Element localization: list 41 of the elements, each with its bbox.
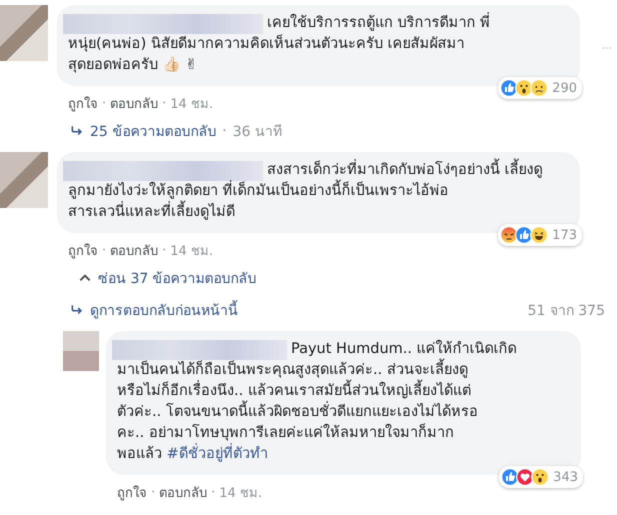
separator-dot: ·: [102, 96, 106, 111]
like-reaction-icon: [500, 79, 518, 97]
comment-text: สงสารเด็กว่ะที่มาเกิดกับพ่อโง่ๆอย่างนี้ เลี้ยงดู: [267, 160, 543, 181]
comment-text: Payut Humdum.. แค่ให้กำเนิดเกิด: [291, 339, 517, 358]
reply-link[interactable]: ตอบกลับ: [110, 93, 158, 114]
reply-link[interactable]: ตอบกลับ: [110, 240, 158, 261]
comment-time: 14 ชม.: [170, 96, 214, 114]
separator-dot: ·: [211, 485, 216, 500]
reply-count: 51 จาก 375: [528, 302, 605, 321]
reply-arrow-icon: [70, 303, 84, 317]
surprised-face-icon: [515, 79, 534, 97]
separator-dot: ·: [102, 243, 106, 258]
like-reaction-icon: [515, 226, 534, 244]
comment-text: เคยใช้บริการรถตู้แก บริการดีมาก พี่: [267, 13, 490, 34]
reply-time: 36 นาที: [232, 123, 282, 142]
avatar-placeholder: [63, 331, 99, 371]
separator-dot: ·: [222, 123, 227, 139]
like-link[interactable]: ถูกใจ: [68, 240, 98, 261]
like-reaction-icon: [501, 468, 520, 486]
previous-replies-link[interactable]: ดูการตอบกลับก่อนหน้านี้: [90, 299, 238, 321]
view-replies-link[interactable]: 25 ข้อความตอบกลับ: [90, 120, 216, 142]
comment-time: 14 ชม.: [170, 243, 214, 261]
like-link[interactable]: ถูกใจ: [68, 93, 98, 114]
angry-face-icon: [500, 226, 518, 244]
separator-dot: ·: [162, 96, 166, 111]
reply-link[interactable]: ตอบกลับ: [159, 482, 208, 503]
comment-text: มาเป็นคนได้ก็ถือเป็นพระคุณสูงสุดแล้วค่ะ.. ส่วนจะเลี้ยงดู หรือไม่ก็อีกเรื่องนึง.. แล้วคนเราสมัยนี้ส่วนใหญ่เลี้ยงได้แต่ ตัวค่ะ.. โตจนขนาดนี้แล้วผิดชอบชั่วดีแยกแยะเองไม่ได้หรอ คะ.. อย่ามาโทษบุพการีเลยค่ะแค่ให้ลมหายใจมาก็มาก พอแล้ว #ดีชั่วอยู่ที่ตัวทำ: [117, 360, 569, 465]
avatar-placeholder: [0, 5, 48, 61]
like-link[interactable]: ถูกใจ: [117, 482, 147, 503]
comment-text: หนุ่ย(คนพ่อ) นิสัยดีมากความคิดเห็นส่วนตัวนะครับ เคยสัมผัสมา สุดยอดพ่อครับ 👍🏻 ✌: [68, 34, 466, 75]
laughing-face-icon: [530, 226, 548, 244]
separator-dot: ·: [162, 243, 166, 258]
sad-face-icon: [530, 79, 548, 97]
separator-dot: ·: [151, 485, 156, 500]
surprised-face-icon: [531, 468, 550, 486]
avatar-placeholder: [0, 152, 48, 208]
reply-arrow-icon: [70, 124, 84, 138]
hide-replies-link[interactable]: ซ่อน 37 ข้อความตอบกลับ: [98, 267, 257, 289]
heart-reaction-icon: [516, 468, 534, 486]
comment-text: ลูกมายังไงว่ะให้ลูกติดยา ที่เด็กมันเป็นอย่างนี้ก็เป็นเพราะไอ้พ่อ สารเลวนี่แหละที่เลี้ยงดูไม่ดี: [68, 181, 568, 223]
comment-time: 14 ชม.: [219, 485, 262, 503]
